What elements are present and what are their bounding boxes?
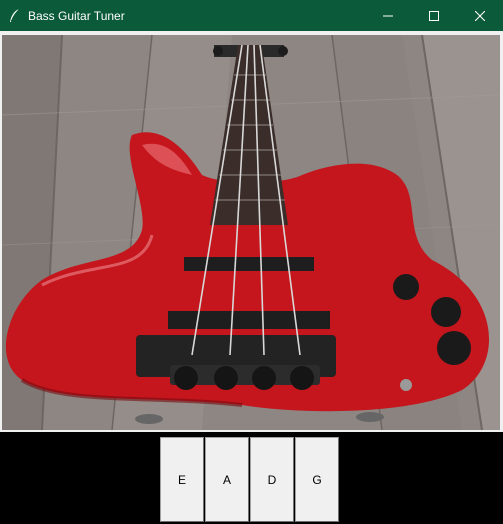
image-frame xyxy=(0,31,503,432)
string-g-button[interactable]: G xyxy=(295,437,339,522)
feather-icon xyxy=(8,8,22,24)
close-button[interactable] xyxy=(457,0,503,31)
title-bar: Bass Guitar Tuner xyxy=(0,0,503,31)
minimize-button[interactable] xyxy=(365,0,411,31)
window-title: Bass Guitar Tuner xyxy=(28,9,125,23)
string-button-bar: E A D G xyxy=(0,432,503,524)
string-d-label: D xyxy=(267,472,277,487)
minimize-icon xyxy=(383,15,393,16)
string-a-label: A xyxy=(222,472,231,487)
string-a-button[interactable]: A xyxy=(205,437,249,522)
string-e-label: E xyxy=(177,472,186,487)
string-e-button[interactable]: E xyxy=(160,437,204,522)
close-icon xyxy=(475,10,485,21)
string-g-label: G xyxy=(312,472,322,487)
bass-guitar-image xyxy=(2,35,500,430)
maximize-button[interactable] xyxy=(411,0,457,31)
string-d-button[interactable]: D xyxy=(250,437,294,522)
maximize-icon xyxy=(429,10,439,21)
